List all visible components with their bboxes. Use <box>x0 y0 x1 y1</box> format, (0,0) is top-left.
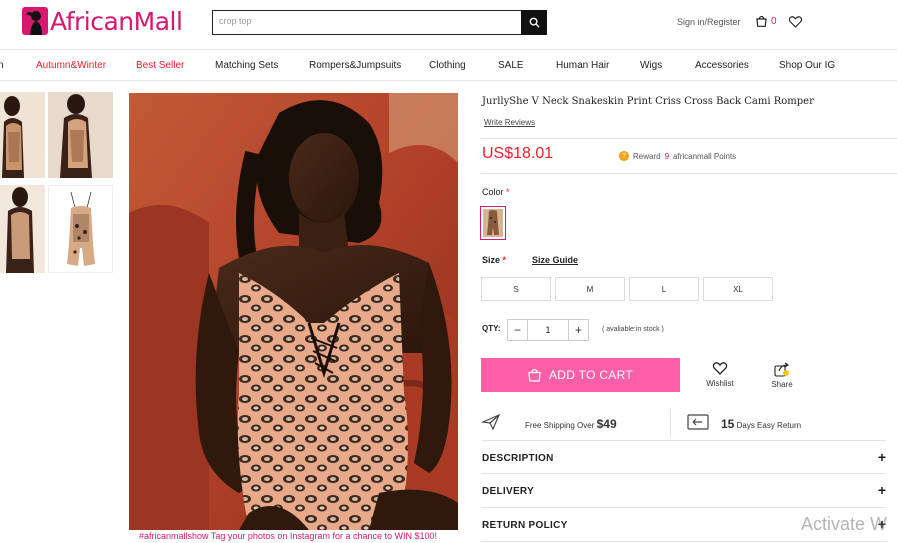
product-thumbnail[interactable] <box>48 92 113 178</box>
write-reviews-link[interactable]: Write Reviews <box>484 118 535 127</box>
nav-item-accessories[interactable]: Accessories <box>695 60 749 71</box>
return-label: Days Easy Return <box>736 421 802 430</box>
nav-item-shop-our-ig[interactable]: Shop Our IG <box>779 60 835 71</box>
size-option-xl[interactable]: XL <box>703 277 773 301</box>
share-button[interactable]: Share <box>767 362 797 389</box>
plus-icon: + <box>877 482 886 498</box>
cart-count-badge: 0 <box>771 15 777 27</box>
windows-activation-watermark: Activate W <box>801 514 888 534</box>
reward-suffix: africanmall Points <box>673 151 737 161</box>
product-thumbnail[interactable] <box>0 185 45 273</box>
product-main-image[interactable] <box>129 93 458 530</box>
divider <box>481 173 897 174</box>
add-to-cart-button[interactable]: ADD TO CART <box>481 358 680 392</box>
share-label: Share <box>771 380 793 389</box>
shipping-text: Free Shipping Over $49 <box>525 417 617 431</box>
required-mark: * <box>502 255 507 265</box>
shipping-threshold: $49 <box>596 417 617 431</box>
nav-item-autumn-winter[interactable]: Autumn&Winter <box>36 60 106 71</box>
wishlist-label: Wishlist <box>706 379 734 388</box>
site-logo[interactable]: AfricanMall <box>22 6 183 36</box>
plus-icon: + <box>877 449 886 465</box>
nav-item-matching-sets[interactable]: Matching Sets <box>215 60 278 71</box>
accordion-title: DELIVERY <box>482 486 535 497</box>
reward-points: ? Reward 9 africanmall Points <box>619 151 736 161</box>
qty-increase-button[interactable]: + <box>568 320 588 340</box>
stock-status: ( avaliable:in stock ) <box>602 326 664 333</box>
qty-input[interactable]: 1 <box>528 320 568 340</box>
signin-register-link[interactable]: Sign in/Register <box>677 17 741 27</box>
logo-silhouette-icon <box>22 7 48 35</box>
color-label: Color * <box>482 187 510 197</box>
logo-text: AfricanMall <box>50 6 183 36</box>
search-icon <box>529 17 540 28</box>
accordion-title: RETURN POLICY <box>482 520 568 531</box>
nav-item-wigs[interactable]: Wigs <box>640 60 662 71</box>
product-thumbnail[interactable] <box>0 92 45 178</box>
size-label-text: Size <box>482 255 501 265</box>
site-header: AfricanMall crop top Sign in/Register 0 <box>0 0 897 48</box>
accordion-description[interactable]: DESCRIPTION + <box>481 440 886 474</box>
add-to-cart-label: ADD TO CART <box>549 368 633 382</box>
main-nav: n Autumn&Winter Best Seller Matching Set… <box>0 49 897 81</box>
divider <box>481 138 897 139</box>
reward-points-value: 9 <box>664 151 670 161</box>
coin-icon: ? <box>619 151 629 161</box>
reward-label: Reward <box>633 151 661 161</box>
required-mark: * <box>506 187 510 197</box>
accordion-delivery[interactable]: DELIVERY + <box>481 474 886 508</box>
nav-item-human-hair[interactable]: Human Hair <box>556 60 609 71</box>
shopping-bag-icon <box>756 15 767 27</box>
qty-decrease-button[interactable]: − <box>508 320 528 340</box>
return-icon <box>687 414 709 430</box>
nav-item-best-seller[interactable]: Best Seller <box>136 60 184 71</box>
heart-icon <box>713 362 727 375</box>
quantity-stepper: − 1 + <box>507 319 589 341</box>
heart-icon <box>788 16 803 28</box>
nav-item-rompers-jumpsuits[interactable]: Rompers&Jumpsuits <box>309 60 401 71</box>
cart-button[interactable]: 0 <box>756 15 777 27</box>
wishlist-header-button[interactable] <box>788 15 803 33</box>
search-input[interactable]: crop top <box>212 10 522 35</box>
nav-item-clothing[interactable]: Clothing <box>429 60 466 71</box>
size-guide-link[interactable]: Size Guide <box>532 255 578 265</box>
instagram-caption: #africanmallshow Tag your photos on Inst… <box>139 531 437 541</box>
product-thumbnail-selected[interactable] <box>48 185 113 273</box>
share-icon <box>774 362 789 377</box>
free-shipping-info: Free Shipping Over $49 <box>481 409 671 437</box>
easy-return-info: 15 Days Easy Return <box>721 417 801 431</box>
size-option-m[interactable]: M <box>555 277 625 301</box>
accordion-title: DESCRIPTION <box>482 453 554 464</box>
product-title: JurllyShe V Neck Snakeskin Print Criss C… <box>482 96 814 107</box>
size-option-s[interactable]: S <box>481 277 551 301</box>
product-price: US$18.01 <box>482 145 554 162</box>
qty-label: QTY: <box>482 324 501 333</box>
nav-item-sale[interactable]: SALE <box>498 60 524 71</box>
size-label: Size * <box>482 255 506 265</box>
swatch-image <box>483 209 503 237</box>
shopping-bag-icon <box>528 368 541 382</box>
color-label-text: Color <box>482 187 504 197</box>
size-option-l[interactable]: L <box>629 277 699 301</box>
color-swatch-snakeskin[interactable] <box>480 206 506 240</box>
search-button[interactable] <box>521 10 547 35</box>
nav-item-clipped[interactable]: n <box>0 60 4 71</box>
wishlist-button[interactable]: Wishlist <box>704 362 736 388</box>
return-days: 15 <box>721 417 735 431</box>
shipping-label: Free Shipping Over <box>525 421 595 430</box>
airplane-icon <box>481 413 501 431</box>
